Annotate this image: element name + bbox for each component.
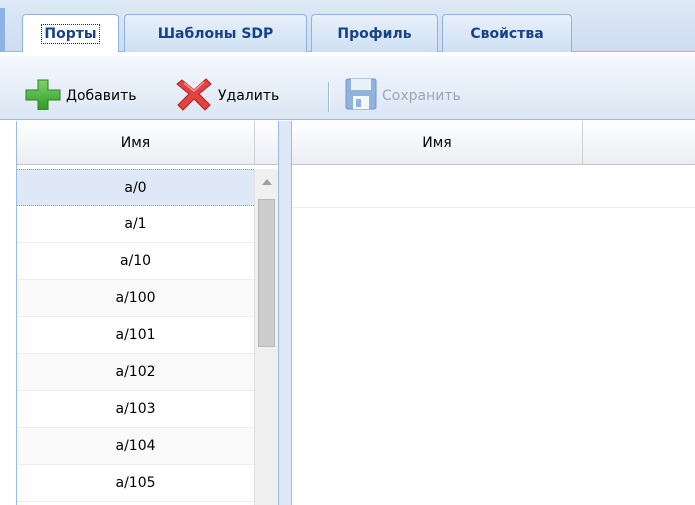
tab-properties[interactable]: Свойства [442, 14, 572, 52]
tab-properties-label: Свойства [470, 25, 544, 42]
tab-strip: Порты Шаблоны SDP Профиль Свойства [0, 0, 695, 53]
tab-ports[interactable]: Порты [22, 14, 119, 53]
details-grid: Имя [292, 121, 695, 505]
row-name: a/1 [124, 216, 147, 232]
details-grid-header-filler [582, 121, 695, 165]
row-name: a/10 [119, 253, 152, 269]
table-row[interactable]: a/103 [17, 391, 254, 428]
panel-splitter[interactable] [279, 121, 292, 505]
row-name: a/101 [115, 327, 156, 343]
row-name: a/100 [115, 290, 156, 306]
tab-ports-label: Порты [41, 24, 100, 44]
table-row[interactable]: a/100 [17, 280, 254, 317]
plus-icon [24, 78, 62, 114]
table-row[interactable]: a/1 [17, 206, 254, 243]
tab-profile-label: Профиль [337, 25, 412, 42]
row-name: a/0 [124, 179, 147, 196]
scroll-up-icon[interactable] [262, 179, 272, 185]
floppy-disk-icon [344, 77, 378, 115]
tab-sdp-templates-label: Шаблоны SDP [157, 25, 274, 42]
red-x-icon [176, 76, 214, 116]
ports-grid-header-spacer [254, 121, 278, 165]
ports-grid-name-header-label: Имя [120, 134, 151, 151]
save-button-label: Сохранить [382, 88, 461, 104]
row-name: a/103 [115, 401, 156, 417]
delete-button-label: Удалить [218, 88, 280, 104]
ports-grid: Имя a/0 a/1 a/10 a/100 a/101 a/102 a/103… [16, 121, 279, 505]
table-row[interactable]: a/0 [17, 169, 254, 206]
row-name: a/102 [115, 364, 156, 380]
table-row[interactable]: a/10 [17, 243, 254, 280]
tab-profile[interactable]: Профиль [311, 14, 438, 52]
table-row[interactable]: a/102 [17, 354, 254, 391]
delete-button[interactable]: Удалить [176, 76, 279, 116]
row-name: a/104 [115, 438, 156, 454]
details-grid-name-header[interactable]: Имя [292, 121, 582, 165]
details-grid-name-header-label: Имя [422, 134, 452, 151]
row-name: a/105 [115, 475, 156, 491]
ports-grid-name-header[interactable]: Имя [17, 121, 254, 165]
table-row[interactable]: a/101 [17, 317, 254, 354]
ports-grid-body: a/0 a/1 a/10 a/100 a/101 a/102 a/103 a/1… [17, 169, 254, 502]
add-button-label: Добавить [66, 88, 137, 104]
table-row[interactable]: a/105 [17, 465, 254, 502]
details-grid-row-divider [292, 207, 695, 208]
toolbar-separator [328, 82, 330, 112]
add-button[interactable]: Добавить [24, 76, 136, 116]
ports-grid-scrollbar[interactable] [254, 169, 278, 505]
tab-strip-edge [0, 8, 5, 52]
save-button[interactable]: Сохранить [344, 76, 461, 116]
tab-sdp-templates[interactable]: Шаблоны SDP [124, 14, 307, 52]
scrollbar-thumb[interactable] [258, 199, 275, 347]
table-row[interactable]: a/104 [17, 428, 254, 465]
